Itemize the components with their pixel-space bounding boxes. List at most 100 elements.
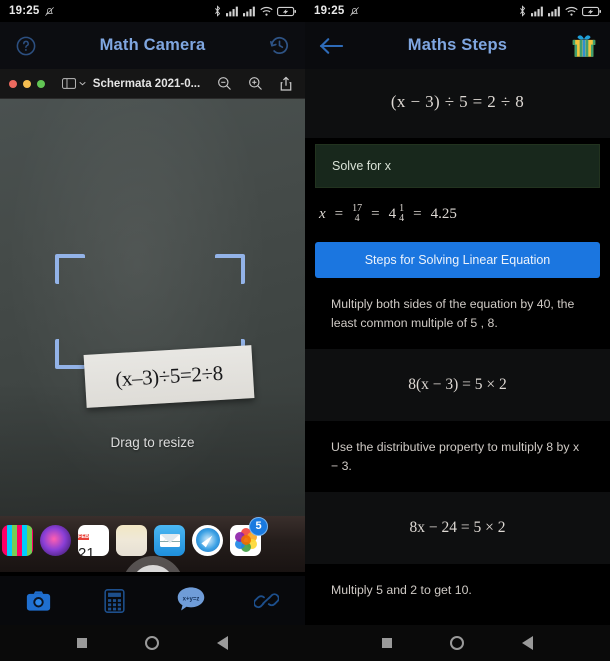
zoom-in-icon[interactable] <box>248 76 263 91</box>
step-text-2: Use the distributive property to multipl… <box>331 440 580 474</box>
back-triangle-icon[interactable] <box>522 636 533 650</box>
dock-icon-launchpad[interactable] <box>2 524 33 556</box>
back-triangle-icon[interactable] <box>217 636 228 650</box>
zoom-green-dot[interactable] <box>37 79 45 88</box>
history-button[interactable] <box>264 31 294 61</box>
bracket-bottom-left[interactable] <box>55 339 85 369</box>
status-time-right: 19:25 <box>314 5 345 17</box>
step-text-1: Multiply both sides of the equation by 4… <box>331 297 575 331</box>
wifi-icon <box>565 6 578 16</box>
dock-icon-siri[interactable] <box>40 524 71 556</box>
mixed-denominator: 4 <box>399 213 405 224</box>
bluetooth-icon <box>520 5 526 17</box>
minimize-yellow-dot[interactable] <box>23 79 31 88</box>
mixed-fraction: 1 4 <box>399 204 404 224</box>
mac-window-title: Schermata 2021-0... <box>92 77 201 90</box>
home-circle-icon[interactable] <box>145 636 159 650</box>
traffic-lights <box>9 79 45 88</box>
status-time: 19:25 <box>9 5 40 17</box>
answer-mixed-number: 4 1 4 <box>389 204 405 224</box>
dock-icon-finder[interactable] <box>116 524 147 556</box>
compass-icon <box>195 528 220 552</box>
camera-preview[interactable]: Schermata 2021-0... (x–3)÷5=2÷8 Drag to … <box>0 69 305 572</box>
back-button[interactable] <box>316 31 346 61</box>
answer-fraction: 17 4 <box>352 204 362 224</box>
sidebar-toggle-button[interactable] <box>62 78 86 89</box>
svg-text:x+y=z: x+y=z <box>182 597 199 603</box>
bottom-nav-left: x+y=z <box>0 576 305 625</box>
envelope-icon <box>159 533 180 547</box>
status-bar-left: 19:25 <box>0 0 305 22</box>
bracket-top-left[interactable] <box>55 254 85 284</box>
step-equation-1: 8(x − 3) = 5 × 2 <box>305 349 610 422</box>
original-equation-card: (x − 3) ÷ 5 = 2 ÷ 8 <box>305 69 610 138</box>
answer-equals-3: = <box>413 205 422 222</box>
compass-needle-icon <box>200 533 215 547</box>
link-chain-icon <box>254 592 280 608</box>
help-button[interactable] <box>11 31 41 61</box>
sidebar-toggle-icon <box>62 78 76 89</box>
app-header-left: Math Camera <box>0 22 305 69</box>
camera-icon <box>26 590 50 611</box>
dock-icon-calendar[interactable]: FEB 21 <box>78 524 109 556</box>
status-bar-left-group: 19:25 <box>9 5 55 17</box>
bluetooth-icon <box>215 5 221 17</box>
mac-toolbar-actions <box>217 76 296 92</box>
nav-tab-chat[interactable]: x+y=z <box>153 585 229 616</box>
step-text-3: Multiply 5 and 2 to get 10. <box>331 583 472 598</box>
android-nav-bar-right <box>305 625 610 661</box>
gift-button[interactable] <box>569 31 599 61</box>
step-equation-2: 8x − 24 = 5 × 2 <box>305 492 610 565</box>
steps-scroll-area[interactable]: (x − 3) ÷ 5 = 2 ÷ 8 Solve for x x = 17 4… <box>305 69 610 625</box>
dock-icon-photos[interactable]: 5 <box>230 516 268 556</box>
wifi-icon <box>260 6 273 16</box>
nav-tab-camera[interactable] <box>0 590 76 612</box>
status-bar-right: 19:25 <box>305 0 610 22</box>
recents-square-icon[interactable] <box>77 638 87 648</box>
fraction-denominator: 4 <box>354 213 360 224</box>
chat-bubble-xyz-icon: x+y=z <box>177 587 204 611</box>
history-clock-icon <box>269 37 288 54</box>
dual-phone-screenshot: 19:25 Math Camera Schermata 2021-0... (x… <box>0 0 610 661</box>
signal-bars-2-icon <box>243 6 255 16</box>
gift-box-icon <box>572 34 596 57</box>
zoom-out-icon[interactable] <box>217 76 232 91</box>
step-block-2: Use the distributive property to multipl… <box>305 423 610 565</box>
status-bar-right-left-group: 19:25 <box>314 5 360 17</box>
step-block-1: Multiply both sides of the equation by 4… <box>305 280 610 422</box>
android-nav-bar-left <box>0 625 305 661</box>
mute-bell-icon <box>45 6 55 16</box>
steps-for-solving-button[interactable]: Steps for Solving Linear Equation <box>315 242 600 278</box>
home-circle-icon[interactable] <box>450 636 464 650</box>
solve-for-label: Solve for x <box>332 159 392 173</box>
status-bar-right-right-group <box>518 5 601 17</box>
battery-charging-icon <box>277 6 296 16</box>
share-icon[interactable] <box>279 76 293 92</box>
battery-charging-icon <box>582 6 601 16</box>
answer-equals-2: = <box>371 205 380 222</box>
recents-square-icon[interactable] <box>382 638 392 648</box>
bracket-top-right[interactable] <box>215 254 245 284</box>
app-header-right: Maths Steps <box>305 22 610 69</box>
step-block-3: Multiply 5 and 2 to get 10. <box>305 566 610 615</box>
page-title-right: Maths Steps <box>407 36 508 54</box>
page-title: Math Camera <box>99 36 206 54</box>
nav-tab-link[interactable] <box>229 589 305 613</box>
dock-icon-safari[interactable] <box>192 524 223 556</box>
right-phone-maths-steps: 19:25 Maths Steps (x − 3) ÷ 5 = 2 ÷ 8 So… <box>305 0 610 661</box>
drag-to-resize-hint: Drag to resize <box>110 435 195 450</box>
nav-tab-calculator[interactable] <box>76 588 152 613</box>
solve-for-banner: Solve for x <box>315 144 600 188</box>
scanned-equation-text: (x–3)÷5=2÷8 <box>114 360 224 392</box>
mixed-whole: 4 <box>388 205 397 222</box>
capture-button-inner <box>131 565 175 572</box>
answer-decimal: 4.25 <box>430 205 457 222</box>
calendar-day-label: 21 <box>78 544 95 556</box>
mac-window-toolbar: Schermata 2021-0... <box>0 69 305 99</box>
mute-bell-icon <box>350 6 360 16</box>
answer-line: x = 17 4 = 4 1 4 = 4.25 <box>305 188 610 228</box>
back-arrow-icon <box>319 37 343 54</box>
close-red-dot[interactable] <box>9 79 17 88</box>
photos-badge-count: 5 <box>249 516 268 536</box>
dock-icon-mail[interactable] <box>154 524 185 556</box>
